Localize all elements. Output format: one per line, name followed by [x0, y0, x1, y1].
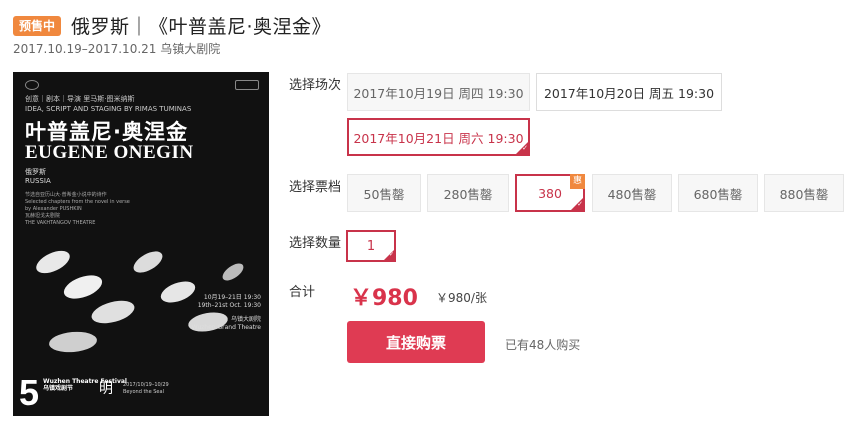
poster-credits: 创意｜剧本｜导演 里马斯·图米纳斯 IDEA, SCRIPT AND STAGI… — [25, 95, 192, 113]
buy-now-button[interactable]: 直接购票 — [347, 321, 485, 363]
session-label: 选择场次 — [289, 78, 342, 93]
poster-logo-right — [235, 80, 259, 90]
session-option-1[interactable]: 2017年10月19日 周四 19:30 — [347, 73, 530, 111]
poster-festival-name: Wuzhen Theatre Festival 乌镇戏剧节 — [43, 378, 127, 392]
poster-venue: 乌镇大剧院 Wuzhen Grand Theatre — [191, 316, 261, 331]
quantity-selector[interactable]: 1 — [346, 230, 396, 262]
poster-logo-mid: 明 — [99, 381, 113, 397]
tier-label: 选择票档 — [289, 180, 342, 195]
poster-dates: 10月19–21日 19:30 19th–21st Oct. 19:30 — [197, 294, 261, 309]
tier-option-680[interactable]: 680售罄 — [678, 174, 758, 212]
discount-tag: 惠 — [569, 174, 585, 189]
poster-festival-number: 5 — [19, 372, 40, 413]
event-date-venue: 2017.10.19–2017.10.21 乌镇大剧院 — [13, 42, 221, 56]
tier-option-480[interactable]: 480售罄 — [592, 174, 672, 212]
quantity-label: 选择数量 — [289, 236, 342, 251]
session-option-3[interactable]: 2017年10月21日 周六 19:30 — [347, 118, 530, 156]
selected-check-icon — [570, 197, 584, 211]
page-header: 预售中 俄罗斯｜《叶普盖尼·奥涅金》 — [13, 12, 331, 39]
total-label: 合计 — [289, 285, 316, 300]
poster-dancers-image — [36, 250, 244, 353]
poster-bottom-info: 2017/10/19–10/29 Beyond the Seal — [123, 382, 169, 395]
poster-logo-left — [25, 80, 39, 90]
event-poster: 创意｜剧本｜导演 里马斯·图米纳斯 IDEA, SCRIPT AND STAGI… — [13, 72, 269, 416]
tier-option-280[interactable]: 280售罄 — [427, 174, 509, 212]
total-amount: ￥980 — [350, 286, 418, 311]
unit-price: ￥980/张 — [436, 291, 487, 305]
tier-option-380[interactable]: 380 惠 — [515, 174, 585, 212]
status-badge: 预售中 — [13, 15, 62, 36]
tier-option-880[interactable]: 880售罄 — [764, 174, 844, 212]
selected-check-icon — [383, 249, 395, 261]
page-title: 俄罗斯｜《叶普盖尼·奥涅金》 — [71, 16, 332, 38]
tier-option-50[interactable]: 50售罄 — [347, 174, 421, 212]
selected-check-icon — [515, 141, 529, 155]
purchase-count: 已有48人购买 — [505, 338, 581, 352]
poster-title-en: EUGENE ONEGIN — [25, 142, 194, 163]
session-option-2[interactable]: 2017年10月20日 周五 19:30 — [536, 73, 722, 111]
poster-country: 俄罗斯 RUSSIA — [25, 168, 51, 185]
